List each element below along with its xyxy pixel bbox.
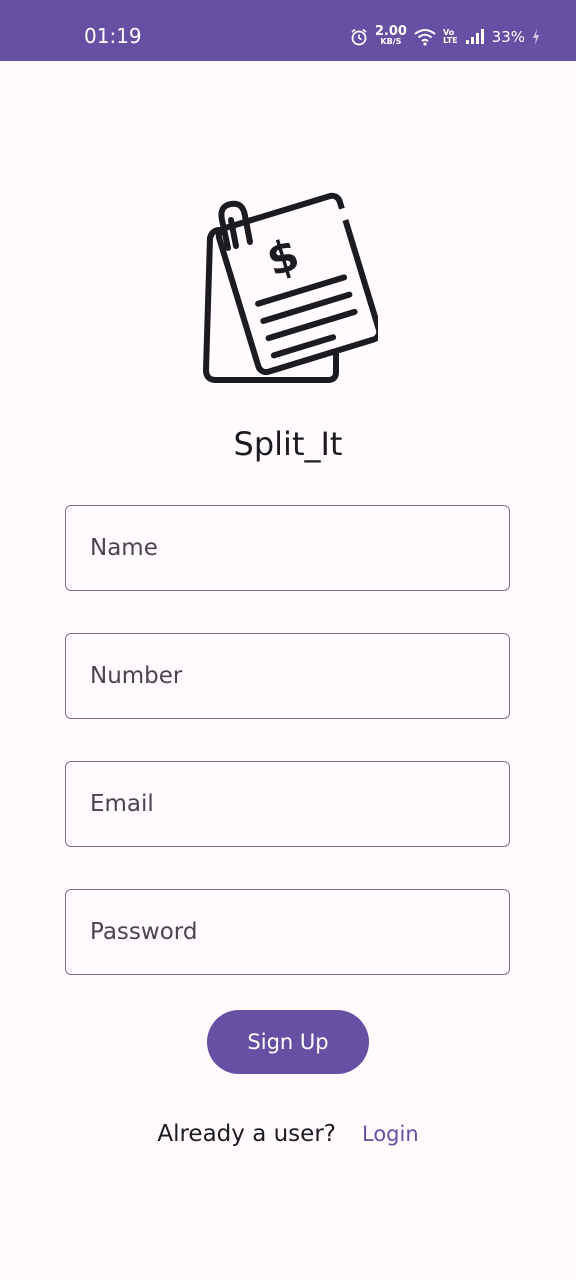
login-link[interactable]: Login bbox=[362, 1122, 419, 1146]
volte-indicator: Vo LTE bbox=[443, 29, 458, 45]
email-input[interactable] bbox=[66, 762, 509, 846]
number-input[interactable] bbox=[66, 634, 509, 718]
alarm-icon bbox=[351, 28, 367, 46]
name-input[interactable] bbox=[66, 506, 509, 590]
charging-icon bbox=[533, 29, 539, 45]
name-field[interactable] bbox=[65, 505, 510, 591]
network-speed: 2.00 KB/S bbox=[374, 24, 407, 47]
volte-bottom: LTE bbox=[442, 36, 458, 45]
email-field[interactable] bbox=[65, 761, 510, 847]
signal-icon bbox=[465, 29, 484, 44]
already-user-text: Already a user? bbox=[157, 1121, 336, 1147]
login-prompt-row: Already a user? Login bbox=[0, 1114, 576, 1154]
battery-percent: 33% bbox=[491, 28, 525, 46]
net-speed-value: 2.00 bbox=[374, 24, 407, 39]
wifi-icon bbox=[414, 29, 436, 46]
net-speed-unit: KB/S bbox=[380, 37, 402, 46]
number-field[interactable] bbox=[65, 633, 510, 719]
app-title: Split_It bbox=[233, 425, 343, 463]
sign-up-button[interactable]: Sign Up bbox=[207, 1010, 369, 1074]
status-time: 01:19 bbox=[84, 24, 142, 48]
invoice-document-dollar-icon: $ bbox=[203, 192, 378, 383]
status-icons: 2.00 KB/S Vo LTE 33% bbox=[350, 24, 540, 50]
status-bar: 01:19 2.00 KB/S Vo LTE 33% bbox=[0, 0, 576, 61]
password-input[interactable] bbox=[66, 890, 509, 974]
password-field[interactable] bbox=[65, 889, 510, 975]
